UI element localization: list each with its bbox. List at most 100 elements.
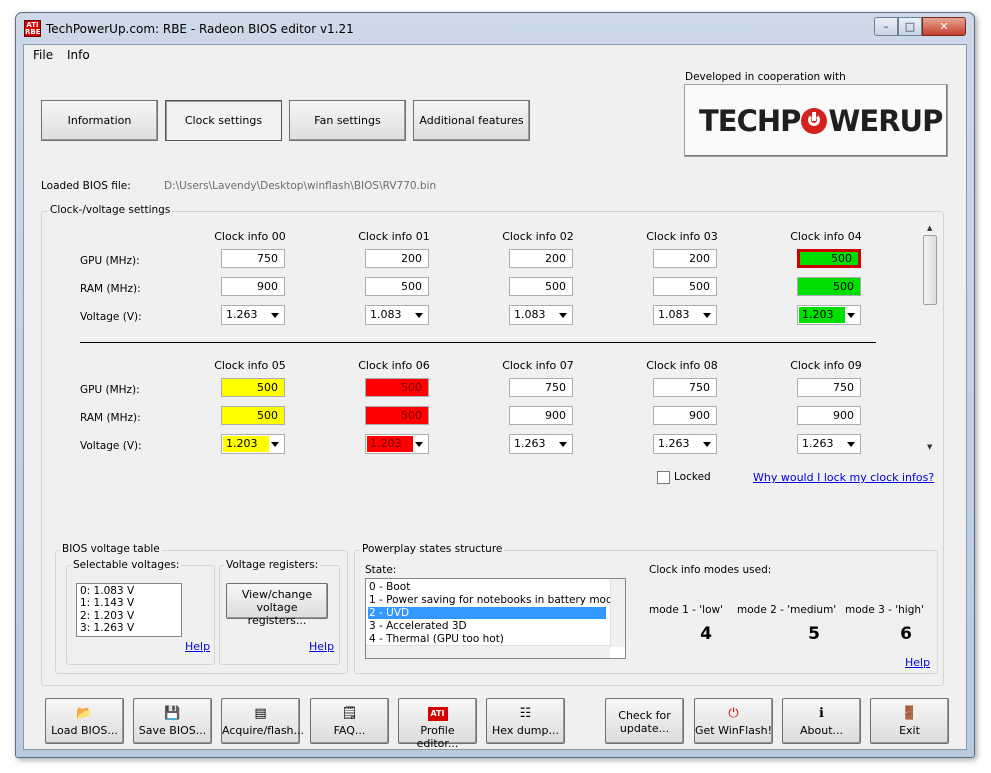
button-label: Acquire/flash... (222, 724, 305, 737)
main-window: ATI RBE TechPowerUp.com: RBE - Radeon BI… (15, 12, 975, 758)
menu-file[interactable]: File (33, 48, 53, 62)
voltage-help-link[interactable]: Help (185, 640, 210, 653)
state-list-item[interactable]: 4 - Thermal (GPU too hot) (369, 633, 504, 645)
scroll-down-icon[interactable]: ▼ (927, 443, 932, 451)
button-label: About... (799, 724, 843, 737)
voltage-list-item[interactable]: 1: 1.143 V (80, 597, 134, 609)
clock-info-00-gpu-input[interactable]: 750 (221, 249, 285, 268)
load-bios-button[interactable]: 📂 Load BIOS... (45, 698, 124, 744)
powerplay-states-list[interactable]: 0 - Boot 1 - Power saving for notebooks i… (365, 578, 626, 659)
button-label: Hex dump... (492, 724, 559, 737)
state-list-item[interactable]: 3 - Accelerated 3D (369, 620, 467, 632)
states-vscroll[interactable] (610, 579, 625, 647)
clock-info-04-header: Clock info 04 (790, 230, 862, 243)
voltage-value: 1.263 (226, 308, 258, 321)
clock-info-07-header: Clock info 07 (502, 359, 574, 372)
menu-bar: File Info (24, 45, 966, 65)
voltage-list-item[interactable]: 3: 1.263 V (80, 622, 134, 634)
clock-info-02-gpu-input[interactable]: 200 (509, 249, 573, 268)
exit-icon: 🚪 (901, 706, 918, 721)
hex-dump-button[interactable]: ☷ Hex dump... (486, 698, 565, 744)
maximize-button[interactable]: □ (898, 17, 922, 36)
clock-info-02-voltage-dropdown[interactable]: 1.083 (509, 305, 573, 325)
voltage-list-item[interactable]: 2: 1.203 V (80, 610, 134, 622)
why-lock-link[interactable]: Why would I lock my clock infos? (753, 471, 934, 484)
clock-info-07-gpu-input[interactable]: 750 (509, 378, 573, 397)
tab-clock-settings[interactable]: Clock settings (165, 100, 282, 141)
voltage-value: 1.263 (802, 437, 834, 450)
clock-info-05-ram-input[interactable]: 500 (221, 406, 285, 425)
clock-info-00-ram-input[interactable]: 900 (221, 277, 285, 296)
exit-button[interactable]: 🚪 Exit (870, 698, 949, 744)
selectable-voltages-label: Selectable voltages: (71, 559, 182, 571)
ram-label-top: RAM (MHz): (80, 283, 141, 295)
clock-info-08-gpu-input[interactable]: 750 (653, 378, 717, 397)
clock-info-02-ram-input[interactable]: 500 (509, 277, 573, 296)
clock-info-04-ram-input[interactable]: 500 (797, 277, 861, 296)
view-voltage-registers-button[interactable]: View/change voltage registers... (226, 583, 328, 627)
section-divider (80, 342, 876, 343)
clock-info-04-voltage-dropdown[interactable]: 1.203 (797, 305, 861, 325)
save-bios-button[interactable]: 💾 Save BIOS... (133, 698, 212, 744)
gpu-label-bottom: GPU (MHz): (80, 384, 140, 396)
voltage-value: 1.083 (514, 308, 546, 321)
title-bar[interactable]: ATI RBE TechPowerUp.com: RBE - Radeon BI… (16, 13, 974, 43)
state-label: State: (365, 564, 397, 576)
clock-info-05-header: Clock info 05 (214, 359, 286, 372)
clock-info-06-voltage-dropdown[interactable]: 1.203 (365, 434, 429, 454)
clock-info-03-ram-input[interactable]: 500 (653, 277, 717, 296)
registers-help-link[interactable]: Help (309, 640, 334, 653)
techpowerup-logo[interactable]: TECHP WERUP (684, 84, 948, 157)
folder-icon: 📂 (76, 706, 93, 721)
clock-info-01-gpu-input[interactable]: 200 (365, 249, 429, 268)
locked-checkbox[interactable] (657, 471, 670, 484)
clock-info-08-ram-input[interactable]: 900 (653, 406, 717, 425)
clock-info-06-ram-input[interactable]: 500 (365, 406, 429, 425)
voltages-list[interactable]: 0: 1.083 V 1: 1.143 V 2: 1.203 V 3: 1.263 V (76, 583, 182, 637)
state-list-item[interactable]: 2 - UVD (368, 607, 606, 619)
clock-info-09-ram-input[interactable]: 900 (797, 406, 861, 425)
states-hscroll[interactable] (366, 645, 610, 658)
button-label: Exit (899, 724, 920, 737)
clock-info-04-gpu-input[interactable]: 500 (797, 249, 861, 268)
scroll-thumb[interactable] (923, 235, 937, 305)
get-winflash-button[interactable]: ⏻ Get WinFlash! (694, 698, 773, 744)
menu-info[interactable]: Info (67, 48, 90, 62)
profile-editor-button[interactable]: ATI Profile editor... (398, 698, 477, 750)
clock-info-09-gpu-input[interactable]: 750 (797, 378, 861, 397)
button-label: Get WinFlash! (695, 724, 772, 737)
clock-info-05-gpu-input[interactable]: 500 (221, 378, 285, 397)
chip-icon: ▤ (254, 706, 267, 721)
check-update-button[interactable]: Check for update... (605, 698, 684, 744)
clock-info-07-ram-input[interactable]: 900 (509, 406, 573, 425)
minimize-button[interactable]: – (874, 17, 898, 36)
tab-fan-settings[interactable]: Fan settings (289, 100, 406, 141)
chevron-down-icon (559, 442, 567, 447)
clock-info-03-gpu-input[interactable]: 200 (653, 249, 717, 268)
clock-info-03-voltage-dropdown[interactable]: 1.083 (653, 305, 717, 325)
state-list-item[interactable]: 0 - Boot (369, 581, 410, 593)
powerplay-help-link[interactable]: Help (905, 656, 930, 669)
clock-scrollbar[interactable]: ▲ ▼ (922, 221, 939, 455)
tab-information[interactable]: Information (41, 100, 158, 141)
clock-info-08-voltage-dropdown[interactable]: 1.263 (653, 434, 717, 454)
close-button[interactable]: ✕ (922, 17, 966, 36)
client-area: File Info Developed in cooperation with … (23, 44, 967, 750)
clock-info-09-voltage-dropdown[interactable]: 1.263 (797, 434, 861, 454)
clock-info-06-gpu-input[interactable]: 500 (365, 378, 429, 397)
faq-button[interactable]: 🗒 FAQ... (310, 698, 389, 744)
bios-file-label: Loaded BIOS file: (41, 180, 131, 192)
state-list-item[interactable]: 1 - Power saving for notebooks in batter… (369, 594, 625, 606)
clock-info-00-voltage-dropdown[interactable]: 1.263 (221, 305, 285, 325)
acquire-flash-button[interactable]: ▤ Acquire/flash... (221, 698, 304, 744)
voltage-list-item[interactable]: 0: 1.083 V (80, 585, 134, 597)
clock-info-09-header: Clock info 09 (790, 359, 862, 372)
clock-info-05-voltage-dropdown[interactable]: 1.203 (221, 434, 285, 454)
clock-info-07-voltage-dropdown[interactable]: 1.263 (509, 434, 573, 454)
clock-info-01-voltage-dropdown[interactable]: 1.083 (365, 305, 429, 325)
scroll-up-icon[interactable]: ▲ (927, 224, 932, 232)
clock-info-01-header: Clock info 01 (358, 230, 430, 243)
about-button[interactable]: ℹ About... (782, 698, 861, 744)
tab-additional-features[interactable]: Additional features (413, 100, 530, 141)
clock-info-01-ram-input[interactable]: 500 (365, 277, 429, 296)
